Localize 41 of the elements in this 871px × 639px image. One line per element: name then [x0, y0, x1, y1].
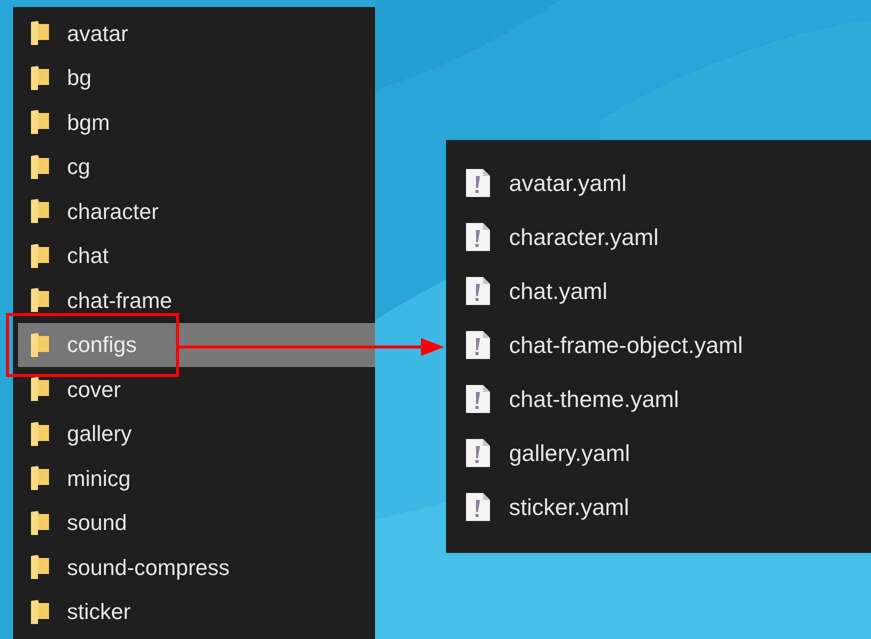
folder-item[interactable]: sound [18, 500, 375, 545]
folder-icon [30, 598, 50, 625]
folder-icon [30, 198, 50, 224]
folder-icon [30, 554, 50, 580]
folder-item[interactable]: gallery [18, 412, 375, 456]
file-item[interactable]: gallery.yaml [446, 426, 871, 480]
folder-item[interactable]: configs [18, 322, 375, 367]
folder-item[interactable]: chat-frame [18, 278, 375, 322]
file-item[interactable]: chat.yaml [446, 264, 871, 318]
file-item[interactable]: chat-theme.yaml [446, 372, 871, 426]
file-item[interactable]: avatar.yaml [446, 156, 871, 210]
file-item[interactable]: chat-frame-object.yaml [446, 318, 871, 372]
folder-item[interactable]: sound-compress [18, 545, 375, 590]
warning-file-icon [465, 384, 491, 414]
folder-icon [30, 20, 50, 46]
folder-icon [30, 420, 50, 447]
file-item[interactable]: character.yaml [446, 210, 871, 264]
warning-file-icon [465, 492, 491, 522]
folder-item[interactable]: bgm [18, 100, 375, 144]
folder-item[interactable]: avatar [18, 11, 375, 56]
folder-icon [30, 332, 50, 358]
folder-icon [30, 242, 50, 269]
folder-item[interactable]: cg [18, 144, 375, 189]
warning-file-icon [465, 276, 491, 306]
folder-icon [30, 154, 50, 180]
folder-icon [30, 465, 50, 492]
folder-item[interactable]: sticker [18, 590, 375, 634]
folder-icon [30, 64, 50, 91]
folder-item[interactable]: character [18, 189, 375, 234]
folder-icon [30, 109, 50, 136]
folder-item[interactable]: cover [18, 367, 375, 412]
warning-file-icon [465, 330, 491, 360]
folder-item[interactable]: chat [18, 234, 375, 278]
warning-file-icon [465, 168, 491, 198]
warning-file-icon [465, 222, 491, 252]
folder-item[interactable]: minicg [18, 456, 375, 500]
folder-icon [30, 287, 50, 314]
folder-item[interactable]: bg [18, 56, 375, 100]
folder-icon [30, 376, 50, 402]
warning-file-icon [465, 438, 491, 468]
folder-icon [30, 510, 50, 536]
